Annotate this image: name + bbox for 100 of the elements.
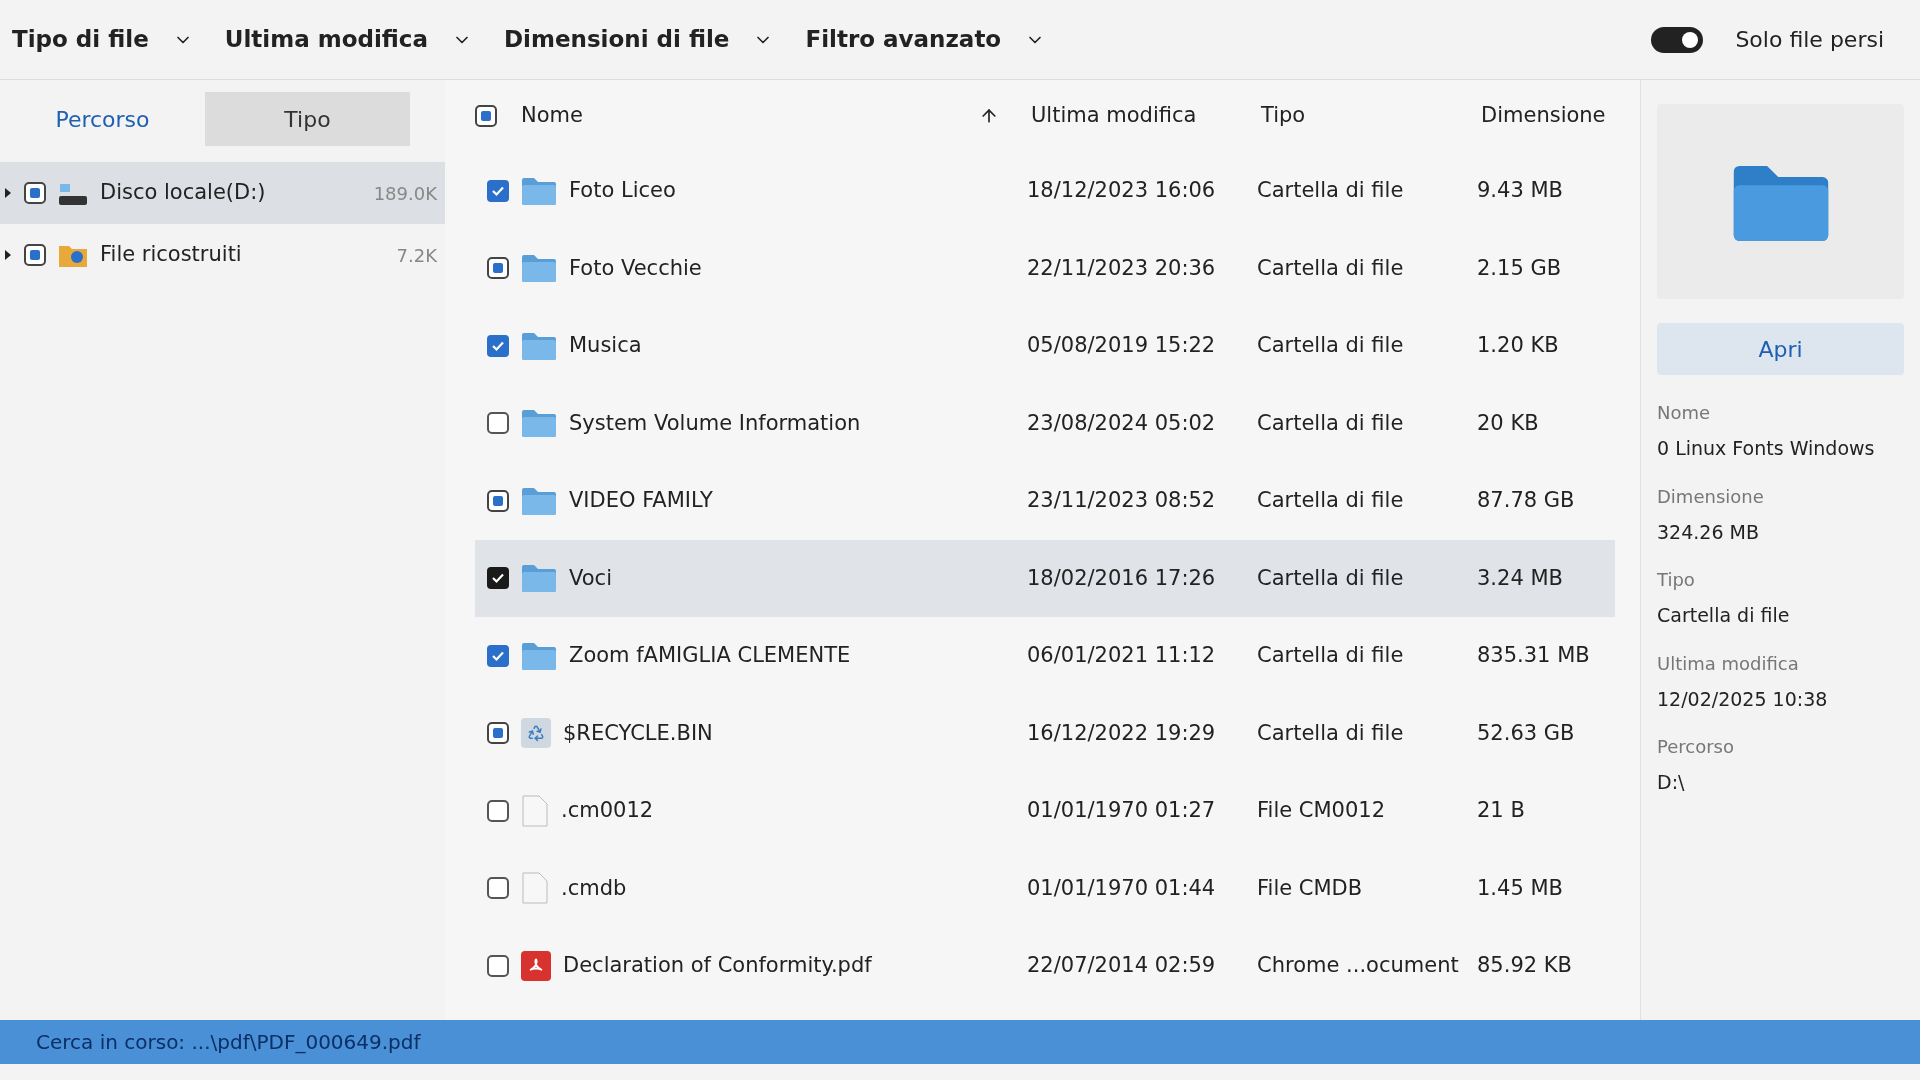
expand-icon[interactable] [4, 188, 12, 198]
checkbox[interactable] [24, 244, 46, 266]
detail-label: Nome [1657, 401, 1712, 425]
table-cell-text: Cartella di file [1256, 719, 1405, 747]
checkbox[interactable] [487, 179, 509, 202]
checkbox[interactable] [487, 877, 509, 900]
toggle-label: Solo file persi [1735, 26, 1884, 54]
file-name: VIDEO FAMILY [569, 487, 713, 514]
table-cell-text: Cartella di file [1256, 177, 1405, 204]
table-cell-text: 52.63 GB [1476, 719, 1576, 747]
table-cell-text: Chrome ...ocument [1256, 952, 1460, 979]
detail-label: Ultima modifica [1657, 651, 1800, 676]
table-cell-text: Cartella di file [1256, 487, 1405, 514]
tree-item[interactable]: File ricostruiti 7.2K [0, 224, 445, 286]
checkbox[interactable] [487, 334, 509, 357]
table-row[interactable]: System Volume Information 23/08/2024 05:02 Cartella di file 20 KB [475, 384, 1615, 462]
file-icon [521, 872, 549, 905]
file-name: Voci [569, 564, 612, 592]
table-cell-text: 05/08/2019 15:22 [1026, 332, 1217, 359]
table-cell-text: 18/12/2023 16:06 [1026, 177, 1217, 204]
column-header[interactable]: Nome [521, 100, 955, 132]
table-cell-text: 21 B [1476, 797, 1526, 824]
table-cell-text: File CM0012 [1256, 797, 1387, 824]
filter-dropdown[interactable]: Tipo di file [12, 22, 193, 57]
detail-value: D:\ [1657, 770, 1686, 795]
file-name: Zoom fAMIGLIA CLEMENTE [569, 642, 851, 669]
folder-icon [521, 408, 557, 439]
table-cell-text: 22/11/2023 20:36 [1026, 254, 1217, 282]
checkbox[interactable] [487, 799, 509, 822]
table-row[interactable]: Foto Vecchie 22/11/2023 20:36 Cartella di file 2.15 GB [475, 229, 1615, 307]
detail-value: 12/02/2025 10:38 [1657, 686, 1829, 712]
table-cell-text: 87.78 GB [1476, 487, 1576, 514]
table-cell-text: 22/07/2014 02:59 [1026, 952, 1217, 979]
filter-dropdown[interactable]: Filtro avanzato [805, 22, 1046, 57]
tree-label: Disco locale(D:) [100, 179, 267, 207]
table-cell-text: Cartella di file [1256, 409, 1405, 437]
table-row[interactable]: $RECYCLE.BIN 16/12/2022 19:29 Cartella di file 52.63 GB [475, 694, 1615, 772]
table-row[interactable]: .cmdb 01/01/1970 01:44 File CMDB 1.45 MB [475, 849, 1615, 927]
expand-icon[interactable] [4, 250, 12, 260]
table-cell-text: 23/08/2024 05:02 [1026, 409, 1217, 437]
table-row[interactable]: Musica 05/08/2019 15:22 Cartella di file 1.20 KB [475, 307, 1615, 385]
checkbox[interactable] [24, 182, 46, 204]
table-row[interactable]: Zoom fAMIGLIA CLEMENTE 06/01/2021 11:12 Cartella di file 835.31 MB [475, 617, 1615, 695]
checkbox[interactable] [487, 722, 509, 745]
column-header[interactable]: Tipo [1245, 100, 1465, 132]
recycle-icon [521, 718, 551, 749]
file-name: Musica [569, 332, 642, 359]
table-cell-text: 06/01/2021 11:12 [1026, 642, 1217, 669]
detail-value: 324.26 MB [1657, 519, 1760, 545]
checkbox[interactable] [487, 257, 509, 280]
table-row[interactable]: VIDEO FAMILY 23/11/2023 08:52 Cartella di file 87.78 GB [475, 462, 1615, 540]
table-cell-text: 18/02/2016 17:26 [1026, 564, 1217, 592]
filter-dropdown[interactable]: Dimensioni di file [504, 22, 774, 57]
checkbox[interactable] [487, 489, 509, 512]
file-name: System Volume Information [569, 409, 861, 437]
table-cell-text: 20 KB [1476, 409, 1540, 437]
table-row[interactable]: .cm0012 01/01/1970 01:27 File CM0012 21 B [475, 772, 1615, 850]
table-row[interactable]: Foto Liceo 18/12/2023 16:06 Cartella di file 9.43 MB [475, 152, 1615, 230]
table-cell-text: 3.24 MB [1476, 564, 1564, 592]
table-cell-text: Cartella di file [1256, 564, 1405, 592]
tab[interactable]: Tipo [205, 92, 410, 146]
detail-label: Dimensione [1657, 484, 1765, 509]
folder-icon [521, 563, 557, 594]
checkbox[interactable] [487, 412, 509, 435]
open-button[interactable]: Apri [1657, 323, 1904, 375]
table-cell-text: 01/01/1970 01:44 [1026, 874, 1217, 902]
checkbox[interactable] [487, 567, 509, 590]
table-row[interactable]: Declaration of Conformity.pdf 22/07/2014 02:59 Chrome ...ocument 85.92 KB [475, 927, 1615, 1005]
file-name: .cm0012 [561, 797, 654, 824]
table-cell-text: 835.31 MB [1476, 642, 1591, 669]
file-name: $RECYCLE.BIN [563, 719, 713, 747]
table-cell-text: 01/01/1970 01:27 [1026, 797, 1217, 824]
file-icon [521, 794, 549, 827]
status-bar: Cerca in corso: ...\pdf\PDF_000649.pdf [0, 1020, 1920, 1064]
checkbox[interactable] [487, 954, 509, 977]
column-header[interactable]: Ultima modifica [1015, 100, 1245, 132]
file-name: Foto Vecchie [569, 254, 702, 282]
file-name: Declaration of Conformity.pdf [563, 952, 872, 979]
checkbox[interactable] [487, 644, 509, 667]
filter-dropdown[interactable]: Ultima modifica [224, 22, 472, 57]
table-cell-text: 9.43 MB [1476, 177, 1564, 204]
table-row[interactable]: Voci 18/02/2016 17:26 Cartella di file 3.24 MB [475, 539, 1615, 617]
table-cell-text: 85.92 KB [1476, 952, 1573, 979]
table-cell-text: 2.15 GB [1476, 254, 1563, 282]
column-header[interactable]: Dimensione [1465, 100, 1645, 132]
detail-label: Tipo [1657, 568, 1696, 592]
folder-icon [521, 253, 557, 284]
toggle-switch[interactable] [1651, 26, 1704, 53]
table-cell-text: 1.20 KB [1476, 332, 1560, 359]
tree-item[interactable]: Disco locale(D:) 189.0K [0, 162, 445, 224]
detail-value: Cartella di file [1657, 603, 1791, 628]
table-cell-text: Cartella di file [1256, 332, 1405, 359]
table-cell-text: File CMDB [1256, 874, 1364, 902]
folder-icon [521, 485, 557, 516]
tree-count: 189.0K [373, 181, 437, 206]
file-name: Foto Liceo [569, 177, 676, 204]
checkbox[interactable] [475, 105, 497, 127]
detail-label: Percorso [1657, 735, 1735, 759]
file-name: .cmdb [561, 874, 627, 902]
detail-value: 0 Linux Fonts Windows [1657, 436, 1876, 461]
